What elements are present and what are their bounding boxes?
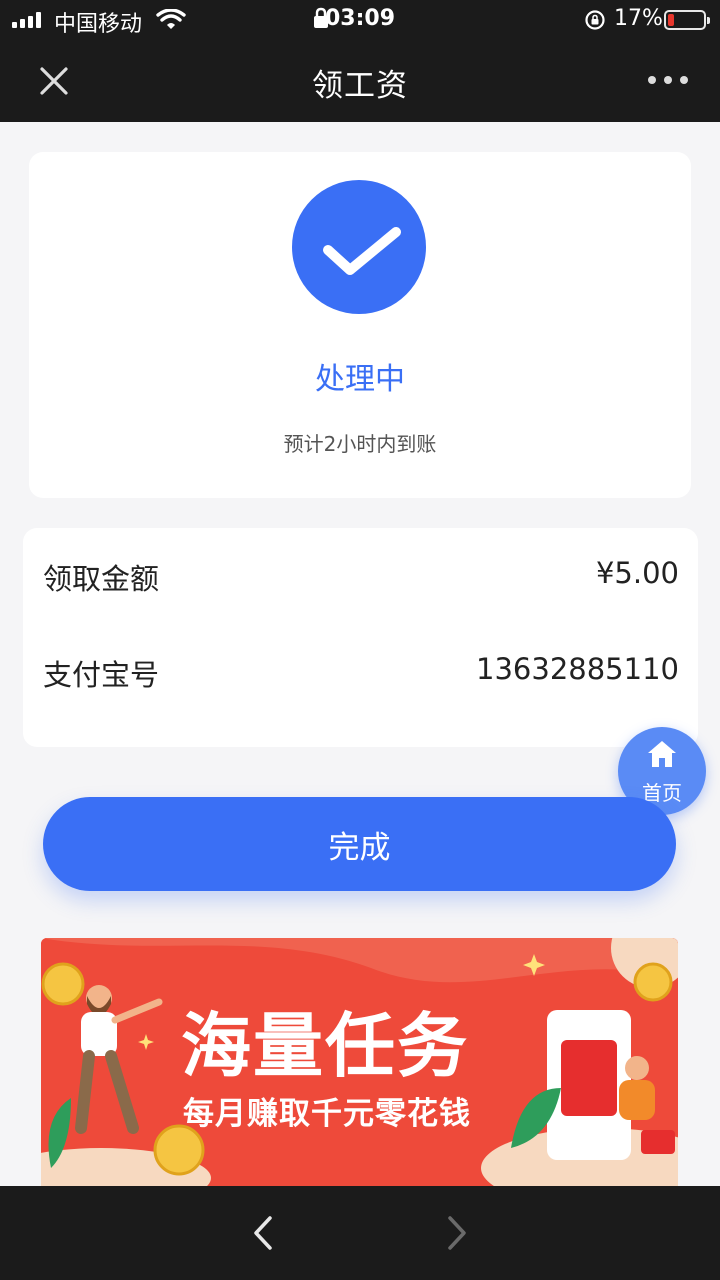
alipay-account-row: 支付宝号 13632885110 xyxy=(43,652,679,694)
browser-toolbar xyxy=(0,1186,720,1280)
chevron-right-icon[interactable] xyxy=(440,1210,474,1256)
banner-title: 海量任务 xyxy=(181,1005,469,1087)
amount-row: 领取金额 ¥5.00 xyxy=(43,556,679,598)
alipay-account-label: 支付宝号 xyxy=(43,658,160,692)
status-title: 处理中 xyxy=(315,362,405,397)
status-bar: 中国移动 03:09 17% xyxy=(0,0,720,40)
amount-label: 领取金额 xyxy=(43,562,160,596)
alipay-account-value: 13632885110 xyxy=(476,652,679,686)
chevron-left-icon[interactable] xyxy=(246,1210,280,1256)
status-subtitle: 预计2小时内到账 xyxy=(283,432,437,456)
promo-banner[interactable]: 海量任务 每月赚取千元零花钱 xyxy=(41,938,678,1186)
battery-icon xyxy=(664,10,710,30)
nav-bar: 领工资 xyxy=(0,40,720,122)
check-icon xyxy=(323,227,401,275)
battery-percent: 17% xyxy=(614,6,663,31)
status-time: 03:09 xyxy=(324,6,396,31)
page-title: 领工资 xyxy=(312,68,408,104)
amount-value: ¥5.00 xyxy=(595,556,679,590)
success-circle xyxy=(292,180,426,314)
home-icon xyxy=(648,741,676,767)
status-card: 处理中 预计2小时内到账 xyxy=(29,152,691,498)
battery-level xyxy=(668,14,674,26)
done-button[interactable]: 完成 xyxy=(43,797,676,891)
more-dots-icon[interactable] xyxy=(640,70,696,90)
payout-info-card: 领取金额 ¥5.00 支付宝号 13632885110 xyxy=(23,528,698,747)
rotation-lock-icon xyxy=(585,10,605,30)
banner-subtitle: 每月赚取千元零花钱 xyxy=(183,1096,471,1132)
